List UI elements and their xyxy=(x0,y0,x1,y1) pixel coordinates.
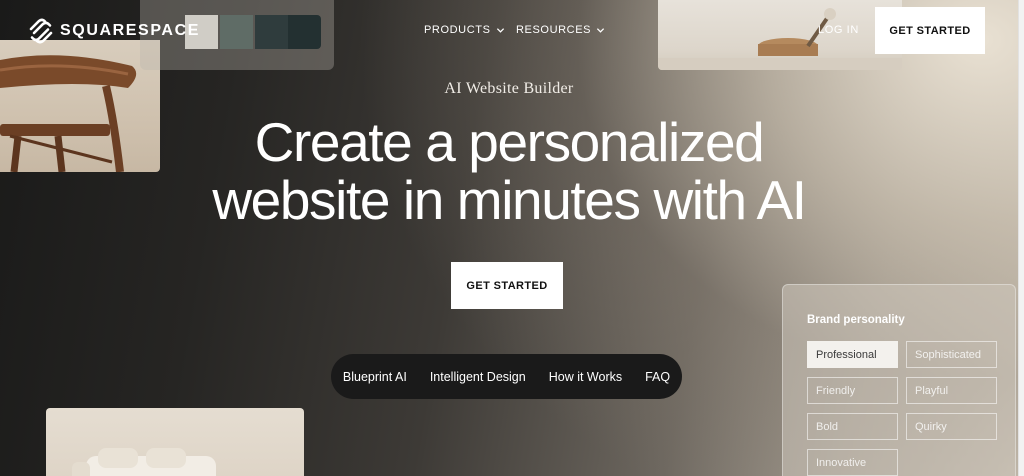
squarespace-logo[interactable]: SQUARESPACE xyxy=(28,18,200,44)
pill-nav-blueprint-ai[interactable]: Blueprint AI xyxy=(331,370,418,384)
brand-personality-title: Brand personality xyxy=(807,314,905,326)
nav-resources-label: RESOURCES xyxy=(516,24,592,36)
squarespace-logo-icon xyxy=(29,18,53,44)
nav-products-label: PRODUCTS xyxy=(424,24,491,36)
get-started-hero-button[interactable]: GET STARTED xyxy=(451,262,563,309)
chevron-down-icon xyxy=(496,27,504,33)
pill-nav-faq[interactable]: FAQ xyxy=(634,370,682,384)
brand-personality-card: Brand personality Professional Sophistic… xyxy=(782,284,1016,476)
pill-nav-intelligent-design[interactable]: Intelligent Design xyxy=(418,370,537,384)
get-started-header-button[interactable]: GET STARTED xyxy=(875,7,985,54)
color-swatch xyxy=(255,15,288,49)
option-professional[interactable]: Professional xyxy=(807,341,898,368)
sofa-image xyxy=(46,408,304,476)
scrollbar[interactable] xyxy=(1018,0,1024,476)
color-swatch xyxy=(288,15,321,49)
logo-text: SQUARESPACE xyxy=(60,22,200,39)
option-sophisticated[interactable]: Sophisticated xyxy=(906,341,997,368)
color-swatch xyxy=(220,15,253,49)
headline-line-2: website in minutes with AI xyxy=(212,169,807,231)
login-link[interactable]: LOG IN xyxy=(818,24,859,36)
option-playful[interactable]: Playful xyxy=(906,377,997,404)
option-innovative[interactable]: Innovative xyxy=(807,449,898,476)
chevron-down-icon xyxy=(596,27,605,33)
option-friendly[interactable]: Friendly xyxy=(807,377,898,404)
section-pill-nav: Blueprint AI Intelligent Design How it W… xyxy=(331,354,682,399)
lamp-image xyxy=(658,0,902,70)
option-quirky[interactable]: Quirky xyxy=(906,413,997,440)
pill-nav-how-it-works[interactable]: How it Works xyxy=(537,370,633,384)
nav-resources[interactable]: RESOURCES xyxy=(516,24,605,36)
option-bold[interactable]: Bold xyxy=(807,413,898,440)
nav-products[interactable]: PRODUCTS xyxy=(424,24,505,36)
hero-section: SQUARESPACE PRODUCTS RESOURCES LOG IN GE… xyxy=(0,0,1018,476)
chair-image xyxy=(0,40,160,172)
